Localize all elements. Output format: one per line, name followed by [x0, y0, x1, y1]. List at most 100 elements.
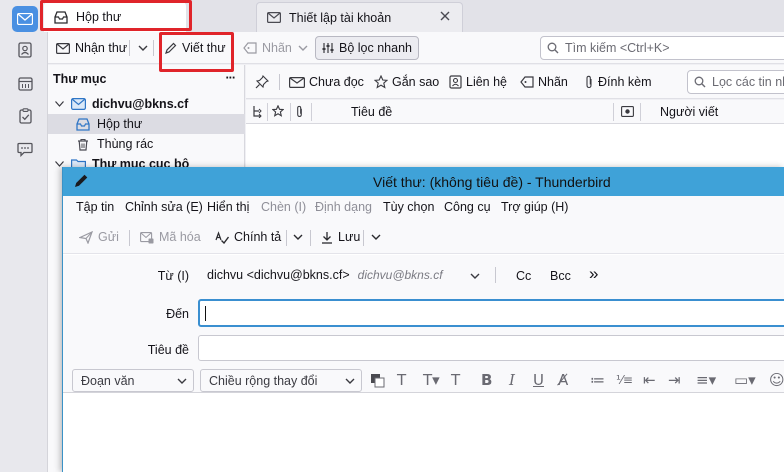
chevron-down-icon[interactable] [55, 101, 64, 107]
save-button[interactable]: Lưu [321, 227, 360, 247]
underline-icon[interactable]: U [533, 372, 544, 389]
thread-column-header: Tiêu đề Người viết [246, 100, 784, 124]
bulleted-list-icon[interactable]: ≔ [590, 372, 605, 389]
chevron-down-icon[interactable] [470, 273, 480, 279]
more-recipients-button[interactable]: » [589, 264, 598, 284]
send-button[interactable]: Gửi [79, 227, 119, 247]
to-label: Đến [166, 307, 189, 321]
column-sender[interactable]: Người viết [660, 105, 718, 119]
paperclip-icon [586, 75, 592, 89]
outdent-icon[interactable]: ⇤ [643, 372, 656, 389]
emoji-icon[interactable]: ☺ [769, 372, 784, 389]
font-size-icon[interactable]: T▾ [423, 372, 440, 389]
unread-mail-icon [289, 76, 305, 88]
menu-help[interactable]: Trợ giúp (H) [501, 200, 568, 214]
tag-button[interactable]: Nhãn [239, 36, 296, 60]
chevron-down-icon [371, 234, 381, 240]
compose-title-bar[interactable]: Viết thư: (không tiêu đề) - Thunderbird [63, 167, 784, 196]
to-field[interactable] [198, 299, 784, 327]
tag-icon [520, 76, 534, 88]
save-label: Lưu [338, 230, 361, 244]
filter-starred-button[interactable]: Gắn sao [374, 72, 439, 92]
spam-status-icon[interactable] [621, 106, 634, 117]
toolbar-separator [310, 230, 311, 246]
address-book-space-button[interactable] [12, 37, 38, 63]
bold-icon[interactable]: B [481, 372, 492, 389]
close-icon[interactable] [440, 11, 450, 21]
filter-sliders-icon [322, 43, 334, 53]
filter-tags-button[interactable]: Nhãn [520, 72, 568, 92]
indent-icon[interactable]: ⇥ [668, 372, 681, 389]
get-messages-dropdown[interactable] [134, 36, 152, 60]
text-color-icon[interactable] [369, 372, 385, 388]
italic-icon[interactable]: I [509, 372, 515, 389]
tab-account-settings[interactable]: Thiết lập tài khoản [256, 2, 463, 32]
spellcheck-dropdown[interactable] [293, 227, 303, 247]
chevron-down-icon [177, 378, 187, 384]
paragraph-format-select[interactable]: Đoạn văn [72, 369, 194, 392]
column-subject[interactable]: Tiêu đề [351, 105, 392, 119]
numbered-list-icon[interactable]: ⅟≡ [616, 372, 633, 389]
menu-insert[interactable]: Chèn (I) [261, 200, 306, 214]
sticky-filter-button[interactable] [255, 72, 269, 92]
folder-pane-title: Thư mục [53, 72, 107, 86]
filter-placeholder: Lọc các tin nh [712, 75, 784, 89]
get-messages-button[interactable]: Nhận thư [52, 36, 131, 60]
account-mail-icon [71, 98, 86, 110]
save-dropdown[interactable] [371, 227, 381, 247]
filter-contact-button[interactable]: Liên hệ [449, 72, 507, 92]
menu-edit[interactable]: Chỉnh sửa (E) [125, 200, 203, 214]
folder-inbox[interactable]: Hộp thư [48, 114, 245, 134]
from-identity: dichvu@bkns.cf [357, 268, 443, 282]
menu-view[interactable]: Hiển thị [207, 200, 249, 214]
global-search-input[interactable]: Tìm kiếm <Ctrl+K> [540, 36, 784, 60]
text-cursor [205, 306, 206, 321]
message-filter-input[interactable]: Lọc các tin nh [687, 70, 784, 94]
encrypt-button[interactable]: Mã hóa [140, 227, 201, 247]
font-size-larger-icon[interactable]: T [451, 372, 460, 389]
clear-format-icon[interactable]: A̸ [558, 372, 568, 389]
folder-trash[interactable]: Thùng rác [48, 134, 245, 154]
mail-space-button[interactable] [12, 6, 38, 32]
filter-unread-button[interactable]: Chưa đọc [289, 72, 364, 92]
insert-image-icon[interactable]: ▭▾ [734, 372, 756, 389]
quick-filter-button[interactable]: Bộ lọc nhanh [315, 36, 419, 60]
quick-filter-bar: Chưa đọc Gắn sao Liên hệ Nhãn Đính kèm L… [246, 65, 784, 99]
from-value: dichvu <dichvu@bkns.cf> [207, 268, 350, 282]
send-label: Gửi [98, 230, 119, 244]
bcc-button[interactable]: Bcc [550, 269, 571, 283]
filter-label: Gắn sao [392, 75, 440, 89]
message-body-editor[interactable] [71, 393, 784, 472]
toolbar-separator [363, 230, 364, 246]
menu-format[interactable]: Định dạng [315, 200, 372, 214]
thread-column-icon[interactable] [252, 105, 263, 118]
font-select[interactable]: Chiều rộng thay đổi [200, 369, 362, 392]
encrypt-label: Mã hóa [159, 230, 201, 244]
tasks-space-button[interactable] [12, 103, 38, 129]
tasks-icon [18, 108, 32, 124]
paperclip-icon[interactable] [295, 105, 304, 118]
tab-bar: Hộp thư Thiết lập tài khoản [44, 0, 784, 32]
tab-mail[interactable]: Hộp thư [44, 2, 186, 32]
from-select[interactable]: dichvu <dichvu@bkns.cf> dichvu@bkns.cf [207, 263, 487, 287]
calendar-space-button[interactable] [12, 70, 38, 96]
spellcheck-button[interactable]: Chính tả [215, 227, 281, 247]
align-icon[interactable]: ≡▾ [696, 372, 716, 389]
tab-label: Hộp thư [76, 10, 122, 24]
folder-account[interactable]: dichvu@bkns.cf [48, 94, 245, 114]
star-icon[interactable] [272, 105, 284, 117]
subject-field[interactable] [198, 335, 784, 361]
cc-button[interactable]: Cc [516, 269, 531, 283]
more-options-icon[interactable]: ··· [226, 71, 236, 85]
menu-tools[interactable]: Công cụ [444, 200, 491, 214]
filter-attachment-button[interactable]: Đính kèm [584, 72, 652, 92]
tab-label: Thiết lập tài khoản [289, 10, 392, 25]
tag-dropdown[interactable] [294, 36, 312, 60]
chat-space-button[interactable] [12, 136, 38, 162]
menu-file[interactable]: Tập tin [76, 200, 114, 214]
mail-download-icon [56, 42, 70, 54]
column-divider [640, 103, 641, 121]
font-size-smaller-icon[interactable]: T [397, 372, 406, 389]
menu-options[interactable]: Tùy chọn [383, 200, 434, 214]
write-button[interactable]: Viết thư [161, 36, 230, 60]
